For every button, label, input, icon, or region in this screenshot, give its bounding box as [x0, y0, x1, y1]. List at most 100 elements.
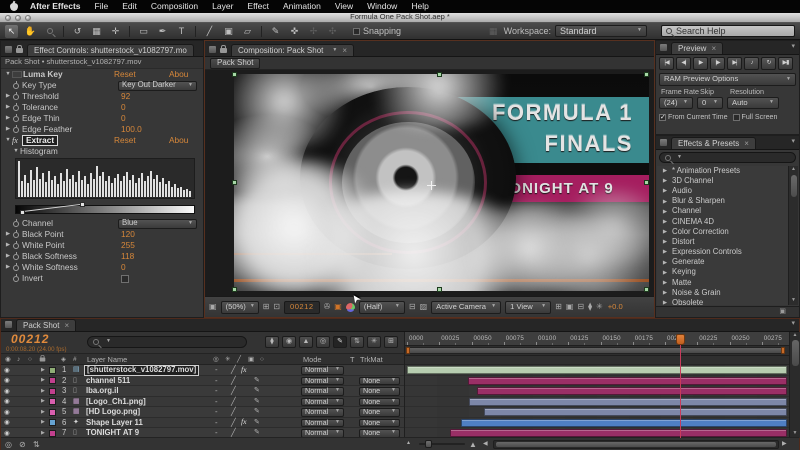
collapse-switch[interactable]: -: [215, 387, 218, 396]
stopwatch-icon[interactable]: [13, 254, 19, 260]
magnification-dropdown[interactable]: (50%) ▼: [221, 301, 259, 314]
effects-category[interactable]: ▶Audio: [657, 186, 788, 196]
quality-switch[interactable]: ╱: [231, 408, 236, 417]
eye-icon[interactable]: ◉: [4, 398, 10, 405]
effects-category[interactable]: ▶Generate: [657, 258, 788, 268]
anchor-point[interactable]: [427, 181, 436, 190]
stopwatch-icon[interactable]: [13, 221, 19, 227]
twirl-closed-icon[interactable]: ▶: [41, 420, 45, 426]
puppet-pin-tool-icon[interactable]: ✜: [288, 25, 301, 38]
twirl-closed-icon[interactable]: ▶: [41, 399, 45, 405]
close-icon[interactable]: ×: [342, 46, 347, 55]
tab-composition[interactable]: Composition: Pack Shot ▼ ×: [231, 44, 354, 56]
fast-previews-icon[interactable]: ▣: [566, 302, 574, 311]
panel-grabber-icon[interactable]: [660, 139, 667, 146]
tab-effects-presets[interactable]: Effects & Presets ×: [671, 137, 756, 149]
eye-icon[interactable]: ◉: [4, 430, 10, 437]
zoom-slider-thumb[interactable]: [425, 440, 432, 448]
invert-checkbox[interactable]: [121, 275, 129, 283]
effects-category[interactable]: ▶Channel: [657, 207, 788, 217]
paint-icon[interactable]: ✎: [254, 429, 260, 437]
skip-dropdown[interactable]: 0 ▼: [697, 97, 723, 109]
lock-icon[interactable]: [16, 48, 23, 53]
panel-menu-icon[interactable]: ▾: [791, 138, 795, 146]
current-time-field[interactable]: 00212: [284, 301, 320, 314]
twirl-icon[interactable]: ▶: [4, 93, 12, 99]
trkmat-dropdown[interactable]: None▼: [359, 408, 400, 417]
selection-tool-icon[interactable]: ↖: [5, 25, 18, 38]
play-button[interactable]: ▶: [693, 57, 708, 70]
label-color-swatch[interactable]: [49, 377, 56, 384]
collapse-switch[interactable]: -: [215, 377, 218, 386]
stopwatch-icon[interactable]: [13, 127, 19, 133]
fx-icon[interactable]: fx: [12, 136, 22, 145]
property-value[interactable]: 0: [121, 263, 126, 273]
trkmat-dropdown[interactable]: None▼: [359, 419, 400, 428]
roto-brush-tool-icon[interactable]: ✎: [269, 25, 282, 38]
close-icon[interactable]: ×: [64, 321, 69, 330]
tab-effect-controls[interactable]: Effect Controls: shutterstock_v1082797.m…: [27, 44, 194, 56]
layer-duration-bar[interactable]: [468, 377, 787, 385]
panel-grabber-icon[interactable]: [660, 44, 667, 51]
twirl-open-icon[interactable]: ▼: [12, 148, 20, 154]
twirl-icon[interactable]: ▶: [4, 253, 12, 259]
eye-icon[interactable]: ◉: [4, 367, 10, 374]
menu-effect[interactable]: Effect: [247, 2, 269, 12]
label-color-swatch[interactable]: [49, 419, 56, 426]
layer-duration-bar[interactable]: [477, 387, 787, 395]
scrollbar-thumb[interactable]: [792, 340, 799, 366]
quality-switch[interactable]: ╱: [231, 419, 236, 428]
twirl-closed-icon[interactable]: ▶: [661, 290, 669, 296]
close-icon[interactable]: ×: [711, 44, 716, 53]
scroll-right-icon[interactable]: ▶: [782, 441, 787, 448]
scrollbar-thumb[interactable]: [791, 175, 797, 197]
quality-switch[interactable]: ╱: [231, 377, 236, 386]
layer-name[interactable]: Shape Layer 11: [86, 419, 143, 428]
effects-category[interactable]: ▶Keying: [657, 268, 788, 278]
property-value[interactable]: 92: [121, 92, 130, 102]
search-help-input[interactable]: Search Help: [661, 25, 795, 37]
zoom-window-button[interactable]: [25, 15, 31, 21]
effects-category[interactable]: ▶Matte: [657, 278, 788, 288]
quality-switch[interactable]: ╱: [231, 398, 236, 407]
twirl-icon[interactable]: ▶: [4, 231, 12, 237]
trkmat-dropdown[interactable]: None▼: [359, 377, 400, 386]
effects-category[interactable]: ▶3D Channel: [657, 176, 788, 186]
graph-editor-icon[interactable]: ⊞: [384, 336, 398, 348]
tab-pack-shot[interactable]: Pack Shot ×: [16, 319, 76, 331]
selection-handle[interactable]: [232, 287, 237, 292]
snapping-checkbox[interactable]: [353, 28, 360, 35]
layer-row[interactable]: ◉▶1▤[shutterstock_v1082797.mov]-╱fxNorma…: [1, 365, 404, 376]
exposure-value[interactable]: +0.0: [608, 303, 623, 312]
tab-preview[interactable]: Preview ×: [671, 42, 723, 54]
menu-layer[interactable]: Layer: [212, 2, 233, 12]
effects-list-scrollbar[interactable]: ▲ ▼: [788, 166, 798, 305]
stopwatch-icon[interactable]: [13, 105, 19, 111]
work-area-bar[interactable]: [407, 347, 784, 354]
full-screen-checkbox[interactable]: [733, 114, 740, 121]
histogram[interactable]: [15, 158, 195, 199]
new-folder-icon[interactable]: ▣: [779, 308, 786, 316]
scrollbar-thumb[interactable]: [496, 442, 776, 447]
reset-link[interactable]: Reset: [114, 136, 136, 146]
lock-icon[interactable]: [220, 48, 227, 53]
frame-rate-dropdown[interactable]: (24) ▼: [659, 97, 693, 109]
selection-handle[interactable]: [437, 287, 442, 292]
stopwatch-icon[interactable]: [13, 276, 19, 282]
property-value[interactable]: 0: [121, 103, 126, 113]
motion-blur-footer-icon[interactable]: ⇅: [33, 440, 40, 449]
view-layout-dropdown[interactable]: 1 View ▼: [505, 301, 551, 314]
flowchart-icon[interactable]: ⧫: [588, 302, 592, 311]
fx-badge[interactable]: fx: [241, 366, 247, 375]
twirl-closed-icon[interactable]: ▶: [661, 260, 669, 266]
layer-name[interactable]: [Logo_Ch1.png]: [86, 398, 146, 407]
zoom-out-mountain-icon[interactable]: ▴: [407, 440, 410, 447]
panel-grabber-icon[interactable]: [5, 46, 12, 53]
panel-grabber-icon[interactable]: [5, 321, 12, 328]
twirl-open-icon[interactable]: ▼: [4, 71, 12, 77]
frame-blend-icon[interactable]: ⊘: [19, 440, 26, 449]
selection-handle[interactable]: [437, 72, 442, 77]
collapse-switch[interactable]: -: [215, 398, 218, 407]
scroll-up-icon[interactable]: ▲: [791, 167, 796, 173]
scroll-down-icon[interactable]: ▼: [791, 298, 796, 304]
